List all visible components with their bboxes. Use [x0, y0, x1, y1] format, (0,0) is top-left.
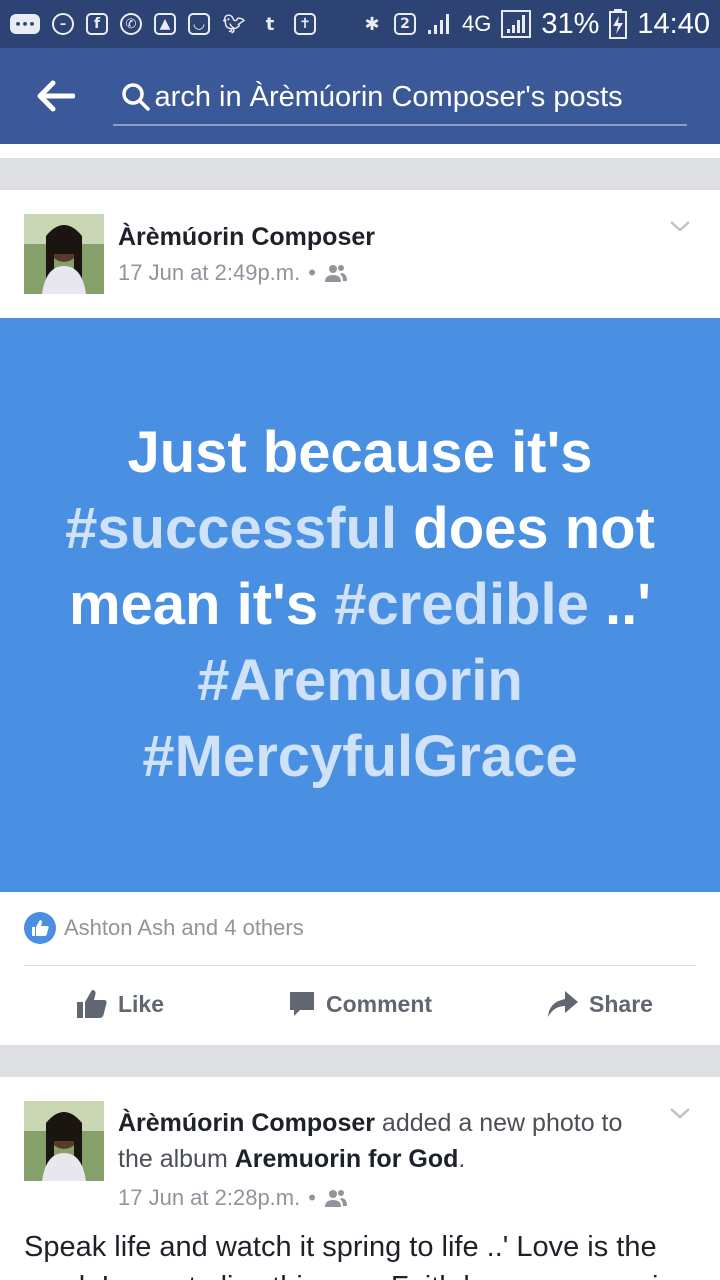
post-author[interactable]: Àrèmúorin Composer — [118, 223, 375, 252]
app-screen: { "status_bar": { "left_icons": ["chat-b… — [0, 0, 720, 1280]
friends-icon — [324, 1190, 347, 1207]
search-header: arch in Àrèmúorin Composer's posts — [0, 48, 720, 144]
hashtag-link[interactable]: #successful — [65, 496, 397, 561]
post-activity: Àrèmúorin Composer added a new photo to … — [118, 1105, 638, 1177]
search-text: arch in Àrèmúorin Composer's posts — [154, 80, 623, 113]
arrow-left-icon — [37, 80, 75, 112]
post-timestamp[interactable]: 17 Jun at 2:28p.m. — [118, 1185, 300, 1211]
comment-button[interactable]: Comment — [240, 980, 480, 1028]
activity-end: . — [458, 1145, 466, 1173]
post-meta: 17 Jun at 2:49p.m. • — [118, 260, 348, 286]
whatsapp-icon: ✆ — [120, 13, 142, 35]
like-button[interactable]: Like — [0, 980, 240, 1028]
minus-circle-icon: – — [52, 13, 74, 35]
post-actions: Like Comment Share — [0, 980, 720, 1028]
album-link[interactable]: Aremuorin for God — [235, 1145, 459, 1173]
galaxy-icon: ◡ — [188, 13, 210, 35]
avatar[interactable] — [24, 214, 104, 294]
battery-percent: 31% — [541, 7, 600, 40]
network-type: 4G — [462, 11, 492, 36]
post-text-segment: mean it's — [68, 572, 335, 637]
post-body-text: Speak life and watch it spring to life .… — [24, 1231, 691, 1280]
hashtag-link[interactable]: #credible — [334, 572, 589, 637]
post-text-segment: ..' — [588, 572, 652, 637]
post-card: Àrèmúorin Composer added a new photo to … — [0, 1077, 720, 1280]
reactions-summary[interactable]: Ashton Ash and 4 others — [24, 912, 304, 944]
gallery-icon: ▲ — [154, 13, 176, 35]
share-arrow-icon — [548, 991, 579, 1017]
avatar[interactable] — [24, 1101, 104, 1181]
color-post-text: Just because it's #successful does not m… — [40, 415, 680, 795]
post-text-line: Just because it's — [127, 420, 593, 485]
chevron-down-icon[interactable] — [668, 1101, 692, 1125]
friends-icon — [324, 265, 347, 282]
divider — [24, 965, 696, 966]
search-input[interactable]: arch in Àrèmúorin Composer's posts — [113, 70, 687, 126]
status-bar: ••• – f ✆ ▲ ◡ 🐦︎ t ✝ ✱ 2 4G 31% 14:40 — [0, 0, 720, 48]
like-label: Like — [117, 990, 165, 1017]
hashtag-link[interactable]: #MercyfulGrace — [142, 724, 577, 789]
like-reaction-icon — [24, 912, 56, 944]
search-icon — [121, 80, 155, 114]
notification-icons: ••• – f ✆ ▲ ◡ 🐦︎ t ✝ — [10, 12, 316, 36]
tumblr-icon: t — [265, 13, 275, 35]
chat-bubble-icon: ••• — [10, 14, 40, 34]
post-text-segment: does not — [397, 496, 655, 561]
comment-icon — [289, 992, 314, 1016]
hashtag-link[interactable]: #Aremuorin — [197, 648, 523, 713]
meta-separator: • — [308, 1185, 316, 1210]
post-meta: 17 Jun at 2:28p.m. • — [118, 1185, 348, 1211]
back-button[interactable] — [30, 76, 80, 116]
chevron-down-icon[interactable] — [668, 214, 692, 238]
sim-icon: 2 — [394, 13, 417, 35]
header-divider — [0, 144, 720, 158]
facebook-icon: f — [86, 13, 108, 35]
comment-label: Comment — [325, 990, 433, 1017]
twitter-icon: 🐦︎ — [222, 13, 246, 35]
color-post-body[interactable]: Just because it's #successful does not m… — [0, 318, 720, 892]
clock: 14:40 — [637, 7, 710, 40]
meta-separator: • — [308, 260, 316, 285]
system-indicators: ✱ 2 4G 31% 14:40 — [360, 8, 710, 41]
post-timestamp[interactable]: 17 Jun at 2:49p.m. — [118, 260, 300, 286]
bluetooth-icon: ✱ — [364, 13, 380, 35]
share-button[interactable]: Share — [480, 980, 720, 1028]
holy-bible-icon: ✝ — [294, 13, 316, 35]
post-card: Àrèmúorin Composer 17 Jun at 2:49p.m. • … — [0, 190, 720, 1045]
reactions-text: Ashton Ash and 4 others — [64, 915, 304, 940]
share-label: Share — [589, 990, 653, 1017]
post-author[interactable]: Àrèmúorin Composer — [118, 1109, 375, 1137]
signal-icon-2 — [501, 10, 532, 38]
battery-charging-icon — [609, 9, 628, 39]
signal-icon — [428, 14, 450, 34]
thumbs-up-icon — [76, 990, 107, 1018]
